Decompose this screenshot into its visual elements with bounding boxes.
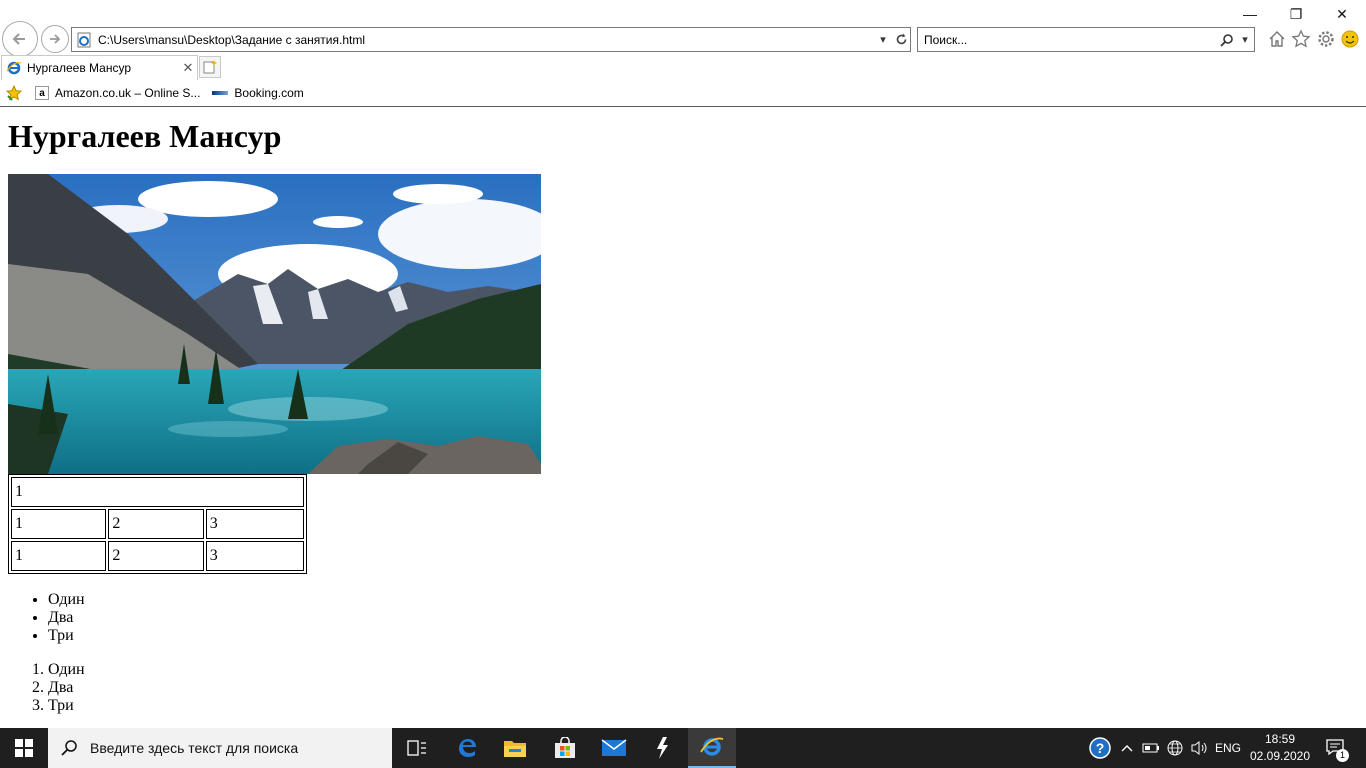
clock[interactable]: 18:59 02.09.2020 xyxy=(1244,731,1316,765)
language-indicator[interactable]: ENG xyxy=(1212,728,1244,768)
back-icon xyxy=(12,33,25,45)
table-cell: 2 xyxy=(108,509,204,539)
forward-button[interactable] xyxy=(41,25,69,53)
taskbar-search[interactable] xyxy=(48,728,392,768)
search-box[interactable]: ▾ xyxy=(917,27,1255,52)
restore-button[interactable]: ❐ xyxy=(1273,0,1319,28)
volume-icon[interactable] xyxy=(1188,728,1210,768)
search-icon[interactable] xyxy=(1218,30,1236,50)
notification-center-button[interactable]: 1 xyxy=(1320,728,1352,768)
settings-gear-icon[interactable] xyxy=(1315,28,1337,50)
dropdown-icon[interactable]: ▾ xyxy=(874,30,892,50)
network-globe-icon[interactable] xyxy=(1164,728,1186,768)
browser-chrome: — ❐ ✕ C:\Users\mansu\Desktop\Задание с з… xyxy=(0,0,1366,108)
clock-date: 02.09.2020 xyxy=(1249,749,1311,763)
tab-active[interactable]: Нургалеев Мансур ✕ xyxy=(1,55,198,80)
back-button[interactable] xyxy=(2,21,38,57)
page-title: Нургалеев Мансур xyxy=(8,118,282,154)
refresh-icon[interactable] xyxy=(892,30,910,50)
new-tab-icon xyxy=(203,60,217,74)
home-icon[interactable] xyxy=(1266,28,1288,50)
list-item: Три xyxy=(48,697,85,715)
favorites-bar: a Amazon.co.uk – Online S... Booking.com xyxy=(0,80,1366,107)
new-tab-button[interactable] xyxy=(199,56,221,78)
svg-text:?: ? xyxy=(1096,740,1105,756)
taskbar-search-input[interactable] xyxy=(88,739,392,757)
search-input[interactable] xyxy=(924,32,1218,47)
internet-explorer-icon[interactable] xyxy=(688,728,736,768)
tab-bar: Нургалеев Мансур ✕ xyxy=(0,54,1366,80)
list-item: Два xyxy=(48,609,85,627)
favorite-booking-label: Booking.com xyxy=(234,86,304,100)
list-item: Три xyxy=(48,627,85,645)
windows-taskbar: ? ENG 18:59 02.09.2020 1 xyxy=(0,728,1366,768)
address-text[interactable]: C:\Users\mansu\Desktop\Задание с занятия… xyxy=(98,33,874,47)
ie-tab-icon xyxy=(6,61,22,75)
edge-icon[interactable] xyxy=(443,728,491,768)
close-window-button[interactable]: ✕ xyxy=(1319,0,1365,28)
mail-icon[interactable] xyxy=(590,728,638,768)
add-favorite-icon[interactable] xyxy=(5,84,23,102)
clock-time: 18:59 xyxy=(1264,732,1296,746)
bullet-list: Один Два Три xyxy=(8,591,85,645)
help-icon[interactable]: ? xyxy=(1088,728,1112,768)
table-row: 1 2 3 xyxy=(11,509,304,539)
battery-icon[interactable] xyxy=(1140,728,1162,768)
data-table: 1 1 2 3 1 2 3 xyxy=(8,474,307,574)
forward-icon xyxy=(50,34,61,44)
amazon-icon: a xyxy=(35,86,49,100)
address-bar[interactable]: C:\Users\mansu\Desktop\Задание с занятия… xyxy=(71,27,911,52)
app-icon[interactable] xyxy=(638,728,686,768)
favorite-booking[interactable]: Booking.com xyxy=(212,86,304,100)
list-item: Один xyxy=(48,591,85,609)
table-cell: 1 xyxy=(11,477,304,507)
favorite-amazon-label: Amazon.co.uk – Online S... xyxy=(55,86,201,100)
tab-close-icon[interactable]: ✕ xyxy=(179,60,197,76)
tab-title: Нургалеев Мансур xyxy=(27,61,132,75)
search-dropdown-icon[interactable]: ▾ xyxy=(1236,30,1254,50)
favorites-star-icon[interactable] xyxy=(1290,28,1312,50)
list-item: Два xyxy=(48,679,85,697)
table-cell: 2 xyxy=(108,541,204,571)
ordered-list: Один Два Три xyxy=(8,661,85,715)
minimize-button[interactable]: — xyxy=(1227,0,1273,28)
search-icon xyxy=(61,740,77,756)
store-icon[interactable] xyxy=(541,728,589,768)
feedback-smiley-icon[interactable] xyxy=(1339,28,1361,50)
ie-page-icon xyxy=(77,32,91,47)
task-view-icon[interactable] xyxy=(393,728,441,768)
chevron-up-icon[interactable] xyxy=(1117,728,1137,768)
list-item: Один xyxy=(48,661,85,679)
web-page: Нургалеев Мансур 1 1 2 3 1 2 3 • Один • … xyxy=(0,108,1366,728)
table-row: 1 xyxy=(11,477,304,507)
favorite-amazon[interactable]: a Amazon.co.uk – Online S... xyxy=(35,86,200,100)
table-cell: 1 xyxy=(11,541,107,571)
file-explorer-icon[interactable] xyxy=(491,728,539,768)
table-row: 1 2 3 xyxy=(11,541,304,571)
windows-logo-icon xyxy=(15,739,33,757)
booking-icon xyxy=(212,91,229,95)
start-button[interactable] xyxy=(0,728,48,768)
notification-count: 1 xyxy=(1336,749,1349,762)
table-cell: 3 xyxy=(205,509,304,539)
table-cell: 3 xyxy=(205,541,304,571)
mountain-lake-photo xyxy=(8,174,541,474)
table-cell: 1 xyxy=(11,509,107,539)
